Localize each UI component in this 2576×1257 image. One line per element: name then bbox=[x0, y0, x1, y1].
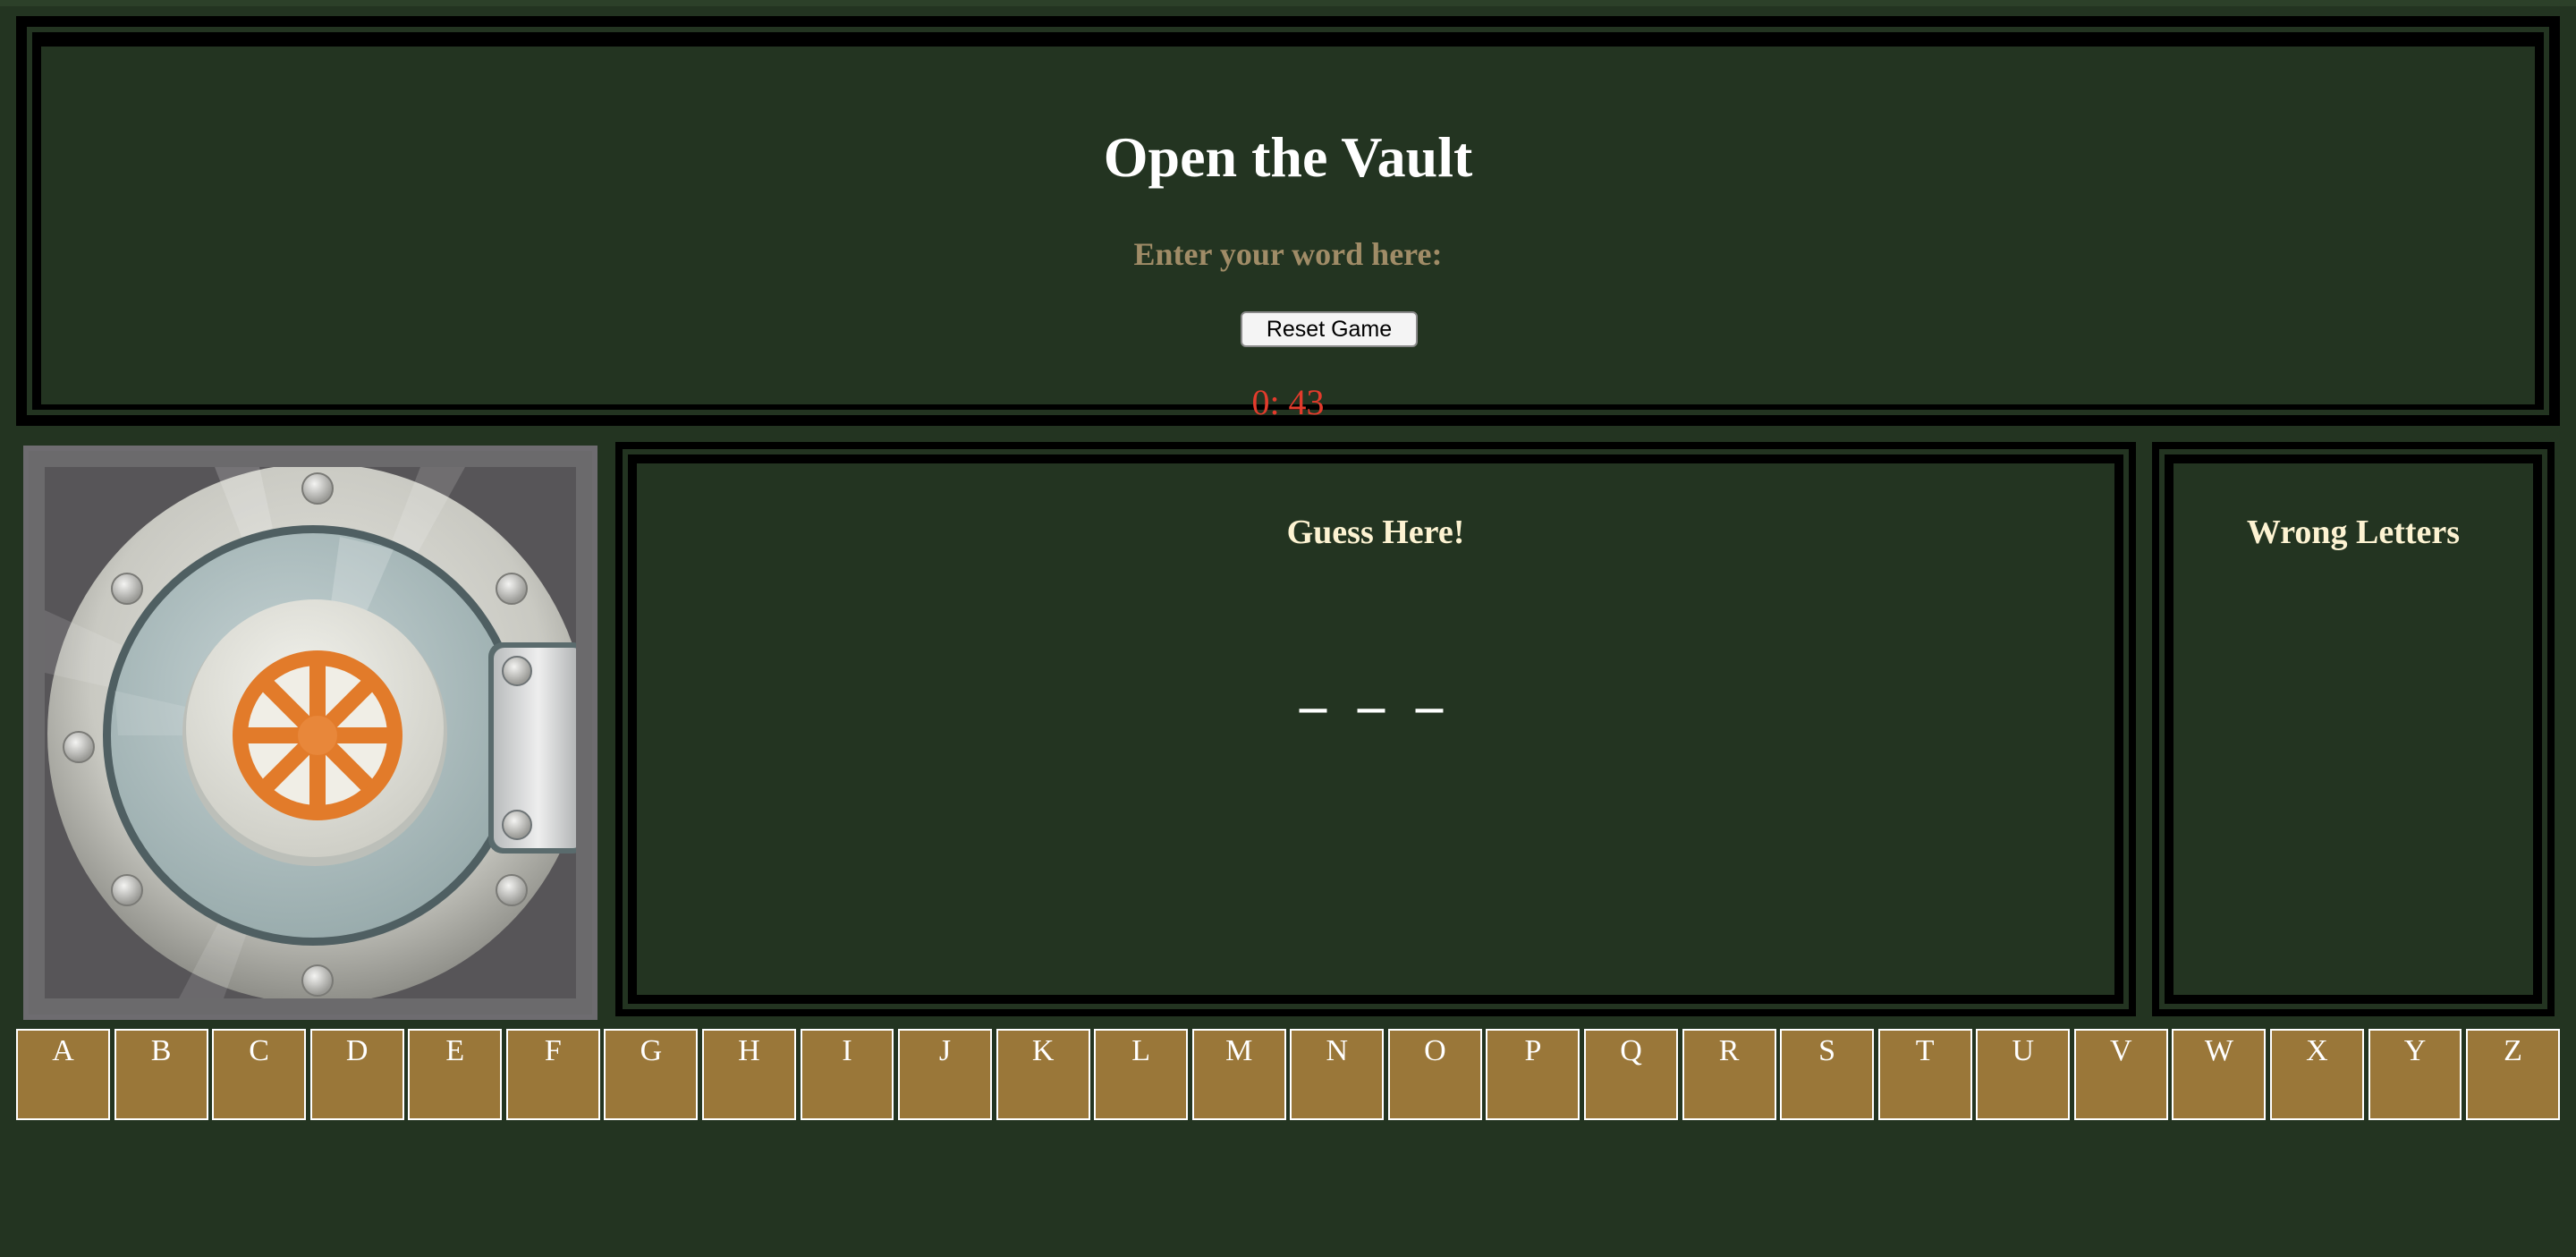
countdown-timer: 0: 43 bbox=[1251, 382, 1325, 422]
guess-panel: Guess Here! _ _ _ bbox=[615, 442, 2136, 1016]
letter-key-i[interactable]: I bbox=[800, 1029, 894, 1120]
letter-key-n[interactable]: N bbox=[1290, 1029, 1385, 1120]
letter-key-p[interactable]: P bbox=[1486, 1029, 1580, 1120]
letter-key-g[interactable]: G bbox=[604, 1029, 699, 1120]
letter-key-k[interactable]: K bbox=[996, 1029, 1090, 1120]
letter-key-q[interactable]: Q bbox=[1584, 1029, 1678, 1120]
wrong-letters-panel: Wrong Letters bbox=[2152, 442, 2555, 1016]
letter-key-v[interactable]: V bbox=[2073, 1029, 2168, 1120]
reset-game-button[interactable]: Reset Game bbox=[1241, 311, 1418, 347]
wrong-panel-body: Wrong Letters bbox=[2174, 463, 2533, 995]
word-blanks: _ _ _ bbox=[1300, 658, 1452, 717]
letter-key-z[interactable]: Z bbox=[2466, 1029, 2561, 1120]
wrong-letters-heading: Wrong Letters bbox=[2246, 514, 2461, 551]
letter-key-l[interactable]: L bbox=[1094, 1029, 1189, 1120]
letter-key-c[interactable]: C bbox=[212, 1029, 307, 1120]
guess-panel-body: Guess Here! _ _ _ bbox=[637, 463, 2114, 995]
top-strip bbox=[0, 0, 2576, 6]
letter-key-f[interactable]: F bbox=[505, 1029, 600, 1120]
vault-panel bbox=[23, 446, 597, 1020]
header-panel: Open the Vault Enter your word here: Res… bbox=[41, 47, 2535, 420]
letter-key-x[interactable]: X bbox=[2269, 1029, 2364, 1120]
page-title: Open the Vault bbox=[1103, 125, 1473, 189]
letter-key-j[interactable]: J bbox=[898, 1029, 993, 1120]
letter-key-d[interactable]: D bbox=[309, 1029, 404, 1120]
letter-key-w[interactable]: W bbox=[2172, 1029, 2267, 1120]
letter-key-r[interactable]: R bbox=[1682, 1029, 1776, 1120]
letter-key-h[interactable]: H bbox=[701, 1029, 796, 1120]
letter-key-s[interactable]: S bbox=[1780, 1029, 1875, 1120]
letter-key-e[interactable]: E bbox=[408, 1029, 503, 1120]
letter-key-o[interactable]: O bbox=[1387, 1029, 1482, 1120]
letter-key-a[interactable]: A bbox=[16, 1029, 110, 1120]
word-prompt: Enter your word here: bbox=[1133, 236, 1443, 272]
letter-key-b[interactable]: B bbox=[114, 1029, 208, 1120]
letter-key-m[interactable]: M bbox=[1191, 1029, 1286, 1120]
letter-key-t[interactable]: T bbox=[1877, 1029, 1972, 1120]
vault-door-icon bbox=[45, 467, 576, 998]
letter-key-u[interactable]: U bbox=[1976, 1029, 2071, 1120]
letter-keyboard: ABCDEFGHIJKLMNOPQRSTUVWXYZ bbox=[16, 1029, 2561, 1124]
letter-key-y[interactable]: Y bbox=[2368, 1029, 2462, 1120]
guess-heading: Guess Here! bbox=[1286, 514, 1465, 551]
